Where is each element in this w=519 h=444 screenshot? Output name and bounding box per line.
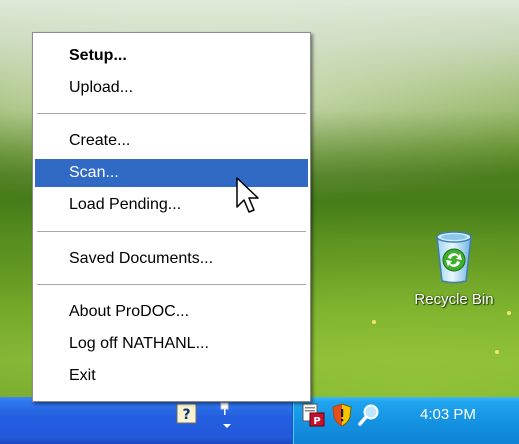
help-icon[interactable]: ?	[176, 403, 198, 429]
security-shield-icon[interactable]	[331, 403, 353, 431]
menu-item-exit[interactable]: Exit	[35, 362, 308, 390]
network-icon[interactable]	[216, 401, 238, 435]
search-icon[interactable]	[357, 403, 381, 431]
recycle-bin[interactable]: Recycle Bin	[396, 228, 512, 328]
menu-item-upload[interactable]: Upload...	[35, 74, 308, 102]
taskbar-clock[interactable]: 4:03 PM	[420, 404, 510, 426]
context-menu: Setup... Upload... Create... Scan... Loa…	[32, 32, 311, 402]
menu-item-load-pending[interactable]: Load Pending...	[35, 191, 308, 219]
menu-item-saved-documents[interactable]: Saved Documents...	[35, 245, 308, 273]
menu-separator	[37, 284, 306, 286]
svg-text:?: ?	[182, 407, 190, 423]
prodoc-tray-icon[interactable]: P	[302, 403, 326, 431]
menu-separator	[37, 231, 306, 233]
menu-item-scan[interactable]: Scan...	[35, 159, 308, 187]
menu-item-about[interactable]: About ProDOC...	[35, 298, 308, 326]
desktop-decor-dot	[495, 350, 499, 354]
menu-item-create[interactable]: Create...	[35, 127, 308, 155]
svg-text:P: P	[313, 416, 320, 427]
menu-separator	[37, 113, 306, 115]
recycle-bin-icon	[396, 228, 512, 284]
mouse-pointer-icon	[236, 177, 260, 221]
menu-item-setup[interactable]: Setup...	[35, 42, 308, 70]
desktop-decor-dot	[372, 320, 376, 324]
menu-item-log-off[interactable]: Log off NATHANL...	[35, 330, 308, 358]
recycle-bin-label: Recycle Bin	[414, 291, 494, 308]
